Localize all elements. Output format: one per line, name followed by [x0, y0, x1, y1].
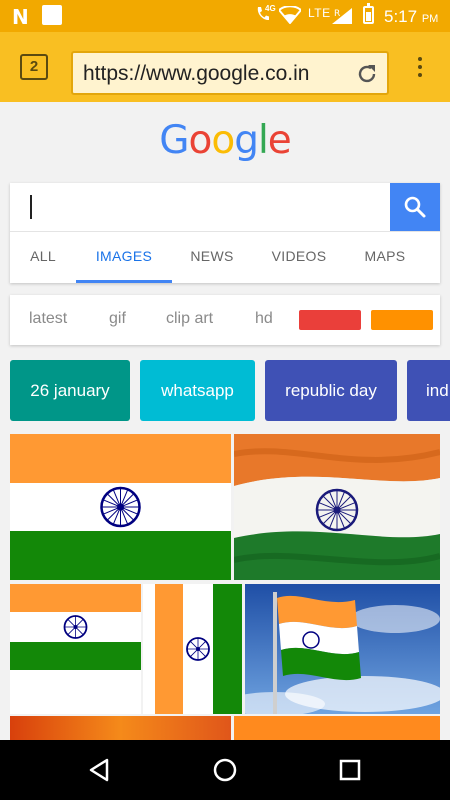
image-result[interactable]	[10, 716, 231, 740]
logo-letter: o	[188, 118, 212, 163]
filter-hd[interactable]: hd	[255, 310, 273, 328]
indian-flag-small-image	[10, 584, 141, 714]
tab-all[interactable]: ALL	[24, 232, 62, 283]
back-icon[interactable]	[88, 758, 110, 787]
tab-videos[interactable]: VIDEOS	[268, 232, 330, 283]
clock-ampm: PM	[421, 13, 439, 25]
browser-toolbar: 2 https://www.google.co.in	[0, 32, 450, 102]
network-type-label: 4G	[265, 4, 276, 13]
tab-switcher-button[interactable]: 2	[20, 54, 48, 80]
logo-letter: e	[267, 118, 292, 163]
logo-letter: o	[211, 118, 235, 163]
logo-letter: l	[257, 118, 269, 163]
image-result[interactable]	[10, 434, 231, 580]
flag-on-pole-image	[245, 584, 440, 714]
image-result[interactable]	[10, 584, 141, 714]
indian-flag-image	[10, 434, 231, 580]
clock-time: 5:17	[384, 7, 418, 26]
suggestion-chip[interactable]: republic day	[265, 360, 397, 421]
color-filter-orange[interactable]	[371, 310, 433, 330]
color-filter-red[interactable]	[299, 310, 361, 330]
waving-flag-image	[234, 434, 440, 580]
filter-clip-art[interactable]: clip art	[166, 310, 213, 328]
search-button[interactable]	[390, 183, 440, 231]
image-result[interactable]	[143, 584, 242, 714]
search-tabs: ALL IMAGES NEWS VIDEOS MAPS	[10, 232, 440, 283]
clock: 5:17 PM	[384, 7, 438, 27]
tab-news[interactable]: NEWS	[188, 232, 236, 283]
status-bar: N 4G LTE R 5:17 PM	[0, 0, 450, 32]
suggestion-chip[interactable]: ind	[407, 360, 450, 421]
url-text[interactable]: https://www.google.co.in	[83, 62, 309, 86]
image-result[interactable]	[234, 716, 440, 740]
search-input[interactable]	[10, 183, 390, 231]
signal-icon: R	[332, 8, 352, 29]
filter-gif[interactable]: gif	[109, 310, 126, 328]
image-result[interactable]	[234, 434, 440, 580]
logo-letter: G	[159, 118, 189, 163]
image-result[interactable]	[245, 584, 440, 714]
navigation-bar	[0, 740, 450, 800]
tab-images[interactable]: IMAGES	[76, 232, 172, 283]
roaming-indicator: R	[334, 9, 340, 19]
url-bar[interactable]: https://www.google.co.in	[71, 51, 389, 95]
overflow-menu-icon[interactable]	[410, 53, 430, 83]
lte-label: LTE	[308, 6, 331, 20]
search-card: ALL IMAGES NEWS VIDEOS MAPS	[10, 183, 440, 283]
logo-letter: g	[234, 118, 259, 163]
search-icon	[404, 196, 426, 218]
google-logo: Google	[0, 118, 450, 163]
tab-maps[interactable]: MAPS	[360, 232, 410, 283]
filter-latest[interactable]: latest	[29, 310, 67, 328]
image-filter-bar: latest gif clip art hd	[10, 295, 440, 345]
text-cursor	[30, 195, 32, 219]
battery-icon	[363, 3, 374, 24]
app-notification-icon: N	[12, 5, 29, 29]
reload-icon[interactable]	[355, 62, 379, 91]
suggestion-chip[interactable]: whatsapp	[140, 360, 255, 421]
home-icon[interactable]	[213, 758, 237, 787]
indian-flag-vertical-image	[143, 584, 242, 714]
wifi-icon	[277, 5, 303, 29]
suggestion-chip[interactable]: 26 january	[10, 360, 130, 421]
recents-icon[interactable]	[339, 758, 361, 787]
notification-square-icon	[42, 5, 62, 25]
